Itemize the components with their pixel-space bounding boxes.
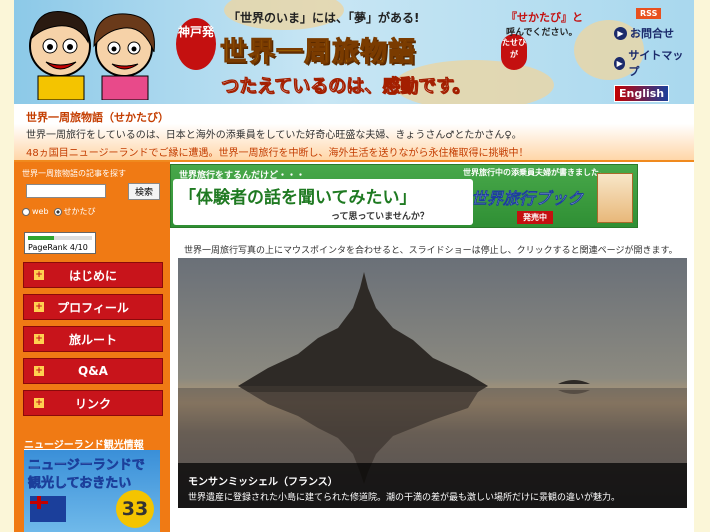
intro-line-1: 世界一周旅行をしているのは、日本と海外の添乗員をしていた好奇心旺盛な夫婦、きょう… [26, 130, 522, 141]
site-header: 神戸発 「世界のいま」には、「夢」がある! 世界一周旅物語 たせひが つたえてい… [14, 0, 694, 104]
menu-label: Q&A [78, 364, 108, 378]
menu-item-profile[interactable]: + プロフィール [23, 294, 163, 320]
contact-label: お問合せ [630, 27, 674, 40]
arrow-circle-icon: ▶ [614, 26, 627, 40]
callme-rest: 呼んでください。 [506, 28, 578, 38]
intro-line-2: 48ヵ国目ニュージーランドでご縁に遭遇。世界一周旅行を中断し、海外生活を送りなが… [26, 148, 529, 159]
nz-banner[interactable]: ニュージーランドで 観光しておきたい 33 [24, 450, 160, 532]
radio-site-label: せかたび [63, 207, 96, 216]
sidebar: 世界一周旅物語の記事を探す 検索 web せかたび PageRank 4/10 … [14, 162, 170, 532]
intro-title: 世界一周旅物語（せかたび） [26, 111, 169, 124]
couple-illustration [29, 11, 155, 100]
menu-label: はじめに [68, 268, 117, 283]
pagerank-text: PageRank 4/10 [28, 243, 88, 252]
slide-title: モンサンミッシェル（フランス） [188, 477, 338, 488]
sitemap-link[interactable]: ▶ サイトマップ [614, 47, 686, 79]
sitemap-label: サイトマップ [628, 49, 684, 78]
slideshow-image[interactable]: モンサンミッシェル（フランス） 世界遺産に登録された小島に建てられた修道院。潮の… [178, 258, 687, 508]
rss-button[interactable]: RSS [636, 8, 662, 19]
menu-item-route[interactable]: + 旅ルート [23, 326, 163, 352]
pagerank-fill [28, 236, 54, 240]
arrow-circle-icon: ▶ [614, 56, 626, 70]
menu-item-links[interactable]: + リンク [23, 390, 163, 416]
plus-icon: + [34, 270, 44, 280]
slideshow-caption: 世界一周旅行写真の上にマウスポインタを合わせると、スライドショーは停止し、クリッ… [184, 246, 678, 256]
banner-sale-badge: 発売中 [517, 211, 553, 224]
nz-flag-icon [30, 496, 66, 522]
site-subtitle: つたえているのは、感動です。 [221, 76, 471, 98]
plus-icon: + [34, 334, 44, 344]
site-logo-title[interactable]: 世界一周旅物語 [220, 30, 416, 69]
banner-top-right: 世界旅行中の添乗員夫婦が書きました。 [463, 168, 607, 177]
book-cover-icon [597, 173, 633, 223]
english-button[interactable]: English [614, 85, 670, 102]
banner-sub-text: って思っていませんか？ [331, 212, 429, 222]
menu-item-intro[interactable]: + はじめに [23, 262, 163, 288]
pagerank-badge[interactable]: PageRank 4/10 [24, 232, 96, 254]
page: 神戸発 「世界のいま」には、「夢」がある! 世界一周旅物語 たせひが つたえてい… [14, 0, 694, 532]
nz-number-badge: 33 [116, 490, 154, 528]
search-scope: web せかたび [22, 206, 96, 217]
radio-site[interactable] [53, 207, 62, 216]
menu-label: プロフィール [57, 300, 129, 315]
intro-band: 世界一周旅物語（せかたび） 世界一周旅行をしているのは、日本と海外の添乗員をして… [14, 104, 694, 162]
nz-banner-line-1: ニュージーランドで [28, 458, 145, 474]
menu-item-qa[interactable]: + Q&A [23, 358, 163, 384]
kobe-badge: 神戸発 [176, 18, 216, 70]
callme-name: 『せかたび』と [506, 11, 583, 24]
title-badge: たせひが [501, 34, 527, 70]
nz-info-link[interactable]: ニュージーランド観光情報 [24, 436, 144, 451]
callme-text: 『せかたび』と 呼んでください。 [506, 9, 583, 38]
radio-web-label: web [32, 207, 49, 216]
header-nav: RSS ▶ お問合せ ▶ サイトマップ English [614, 8, 686, 102]
slide-description: 世界遺産に登録された小島に建てられた修道院。潮の干満の差が最も激しい場所だけに景… [188, 493, 621, 503]
banner-main-text: 「体験者の話を聞いてみたい」 [179, 188, 417, 208]
search-box: 世界一周旅物語の記事を探す 検索 web せかたび [22, 168, 162, 216]
nz-banner-line-2: 観光しておきたい [28, 476, 132, 492]
book-banner[interactable]: 世界旅行をするんだけど・・・ 「体験者の話を聞いてみたい」 って思っていませんか… [170, 164, 638, 228]
search-button[interactable]: 検索 [128, 183, 160, 200]
banner-book-title: 世界旅行ブック [471, 189, 584, 208]
radio-web[interactable] [22, 207, 30, 216]
pagerank-bar [28, 236, 92, 240]
search-input[interactable] [26, 184, 106, 198]
search-label: 世界一周旅物語の記事を探す [22, 169, 126, 178]
contact-link[interactable]: ▶ お問合せ [614, 25, 686, 41]
menu-label: 旅ルート [68, 332, 117, 347]
plus-icon: + [34, 366, 44, 376]
plus-icon: + [34, 398, 44, 408]
plus-icon: + [34, 302, 44, 312]
slide-caption-bar: モンサンミッシェル（フランス） 世界遺産に登録された小島に建てられた修道院。潮の… [178, 463, 687, 508]
header-tagline: 「世界のいま」には、「夢」がある! [228, 11, 420, 25]
banner-top-left: 世界旅行をするんだけど・・・ [179, 171, 306, 181]
menu-label: リンク [74, 396, 111, 411]
